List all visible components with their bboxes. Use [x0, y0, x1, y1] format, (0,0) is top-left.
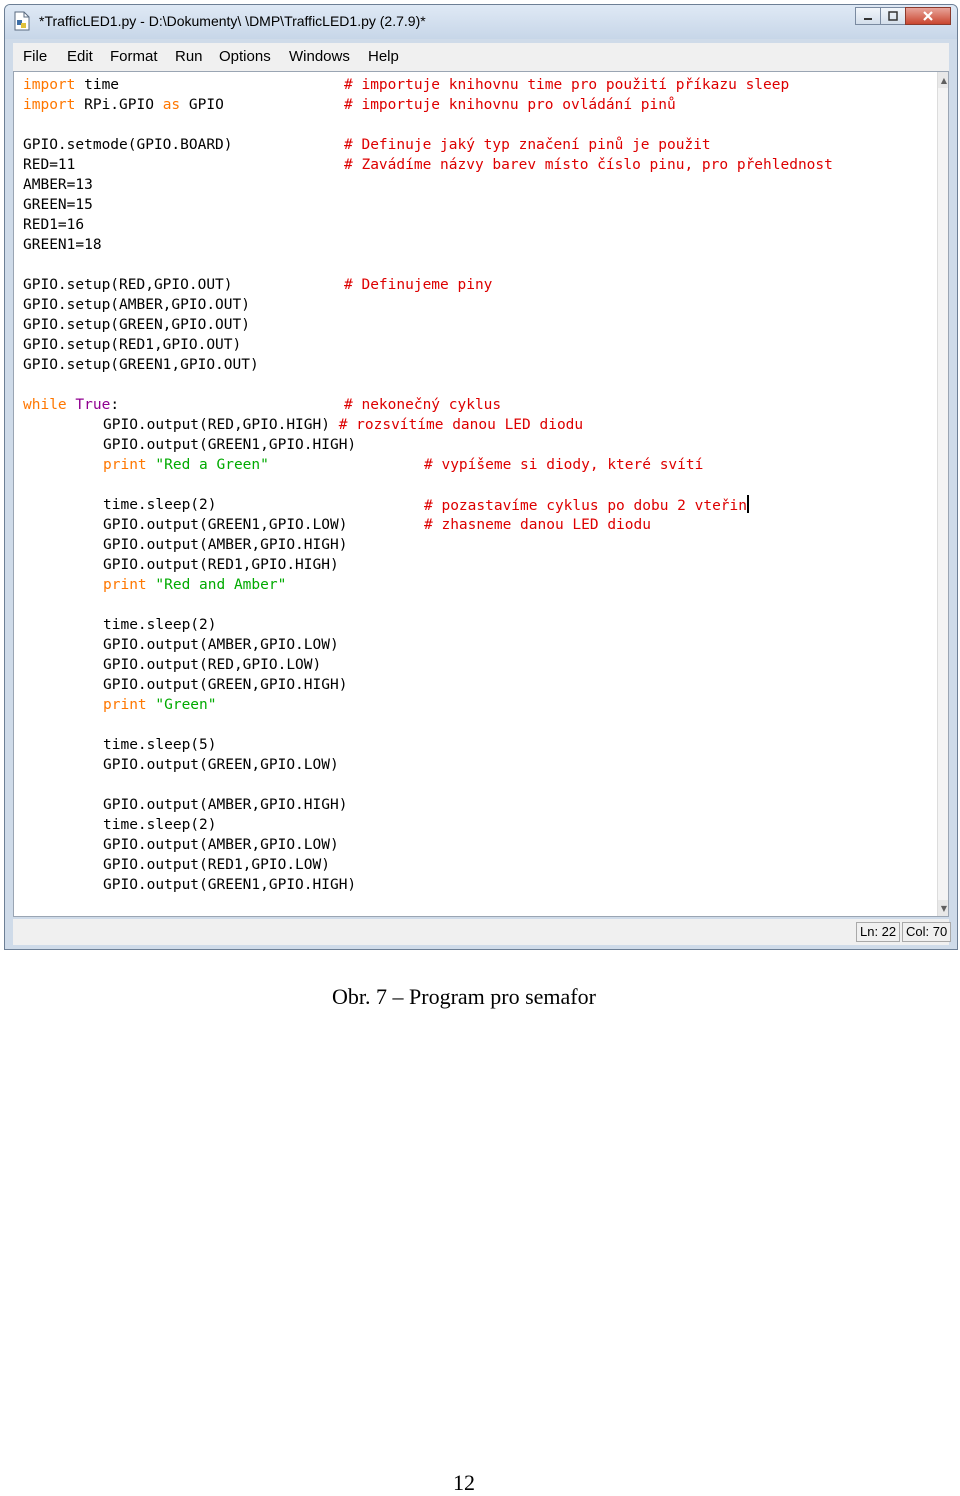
- text-cursor: [747, 495, 750, 513]
- window-title: *TrafficLED1.py - D:\Dokumenty\ \DMP\Tra…: [39, 13, 426, 29]
- close-button[interactable]: [905, 7, 951, 25]
- code-line: AMBER=13: [23, 177, 93, 193]
- code-line: GPIO.output(AMBER,GPIO.LOW): [103, 637, 339, 653]
- code-line: GPIO.output(RED1,GPIO.LOW): [103, 857, 330, 873]
- code-line: print "Green": [103, 697, 217, 713]
- code-line: GREEN=15: [23, 197, 93, 213]
- code-line: GPIO.setup(GREEN,GPIO.OUT): [23, 317, 250, 333]
- window-controls: [855, 7, 951, 29]
- menu-options[interactable]: Options: [219, 48, 271, 65]
- menu-run[interactable]: Run: [175, 48, 203, 65]
- line-indicator: Ln: 22: [856, 922, 901, 942]
- code-line: GPIO.output(AMBER,GPIO.HIGH): [103, 537, 348, 553]
- code-line: GPIO.output(RED,GPIO.LOW): [103, 657, 322, 673]
- menu-edit[interactable]: Edit: [67, 48, 93, 65]
- menu-bar: File Edit Format Run Options Windows Hel…: [13, 43, 949, 72]
- code-line: time.sleep(2): [103, 497, 217, 513]
- code-comment: # Zavádíme názvy barev místo číslo pinu,…: [344, 157, 833, 173]
- code-line: RED1=16: [23, 217, 85, 233]
- page-number: 12: [453, 1470, 475, 1495]
- code-line: while True:: [23, 397, 120, 413]
- vertical-scrollbar[interactable]: ▲ ▼: [937, 72, 948, 916]
- scroll-down-arrow-icon[interactable]: ▼: [938, 900, 948, 916]
- code-line: GPIO.output(GREEN,GPIO.LOW): [103, 757, 339, 773]
- menu-windows[interactable]: Windows: [289, 48, 350, 65]
- code-line: GPIO.setup(RED,GPIO.OUT): [23, 277, 233, 293]
- code-line: GPIO.output(GREEN1,GPIO.HIGH): [103, 437, 357, 453]
- code-comment: # Definuje jaký typ značení pinů je použ…: [344, 137, 711, 153]
- minimize-icon: [864, 18, 872, 20]
- code-editor[interactable]: import time # importuje knihovnu time pr…: [13, 71, 949, 917]
- code-line: GPIO.output(AMBER,GPIO.LOW): [103, 837, 339, 853]
- close-icon: [923, 11, 933, 21]
- code-line: print "Red a Green": [103, 457, 269, 473]
- code-comment: # zhasneme danou LED diodu: [424, 517, 651, 533]
- status-bar: Ln: 22 Col: 70: [13, 919, 952, 945]
- column-indicator: Col: 70: [902, 922, 952, 942]
- python-file-icon: [14, 11, 30, 31]
- code-comment: # importuje knihovnu pro ovládání pinů: [344, 97, 676, 113]
- figure-caption: Obr. 7 – Program pro semafor: [332, 984, 596, 1009]
- code-line: time.sleep(5): [103, 737, 217, 753]
- code-line: GPIO.output(GREEN1,GPIO.LOW): [103, 517, 348, 533]
- code-line: GPIO.setmode(GPIO.BOARD): [23, 137, 233, 153]
- idle-editor-window: *TrafficLED1.py - D:\Dokumenty\ \DMP\Tra…: [4, 4, 958, 950]
- menu-file[interactable]: File: [23, 48, 47, 65]
- code-comment: # vypíšeme si diody, které svítí: [424, 457, 704, 473]
- code-line: GPIO.setup(AMBER,GPIO.OUT): [23, 297, 250, 313]
- menu-help[interactable]: Help: [368, 48, 399, 65]
- scroll-up-arrow-icon[interactable]: ▲: [938, 72, 948, 88]
- code-line: time.sleep(2): [103, 817, 217, 833]
- code-comment: # Definujeme piny: [344, 277, 493, 293]
- code-line: import time: [23, 77, 120, 93]
- code-comment: # importuje knihovnu time pro použití př…: [344, 77, 790, 93]
- code-line: GPIO.output(RED,GPIO.HIGH) # rozsvítíme …: [103, 417, 584, 433]
- code-line: GPIO.setup(GREEN1,GPIO.OUT): [23, 357, 259, 373]
- maximize-icon: [888, 11, 898, 21]
- code-line: time.sleep(2): [103, 617, 217, 633]
- code-line: GPIO.setup(RED1,GPIO.OUT): [23, 337, 242, 353]
- code-line: GPIO.output(GREEN,GPIO.HIGH): [103, 677, 348, 693]
- maximize-button[interactable]: [880, 7, 906, 25]
- code-line: GPIO.output(GREEN1,GPIO.HIGH): [103, 877, 357, 893]
- minimize-button[interactable]: [855, 7, 881, 25]
- code-line: GREEN1=18: [23, 237, 102, 253]
- title-bar[interactable]: *TrafficLED1.py - D:\Dokumenty\ \DMP\Tra…: [5, 5, 957, 39]
- code-comment: # pozastavíme cyklus po dobu 2 vteřin: [424, 495, 750, 515]
- code-line: RED=11: [23, 157, 76, 173]
- code-comment: # nekonečný cyklus: [344, 397, 502, 413]
- code-line: print "Red and Amber": [103, 577, 287, 593]
- code-line: GPIO.output(AMBER,GPIO.HIGH): [103, 797, 348, 813]
- menu-format[interactable]: Format: [110, 48, 158, 65]
- code-line: import RPi.GPIO as GPIO: [23, 97, 224, 113]
- code-line: GPIO.output(RED1,GPIO.HIGH): [103, 557, 339, 573]
